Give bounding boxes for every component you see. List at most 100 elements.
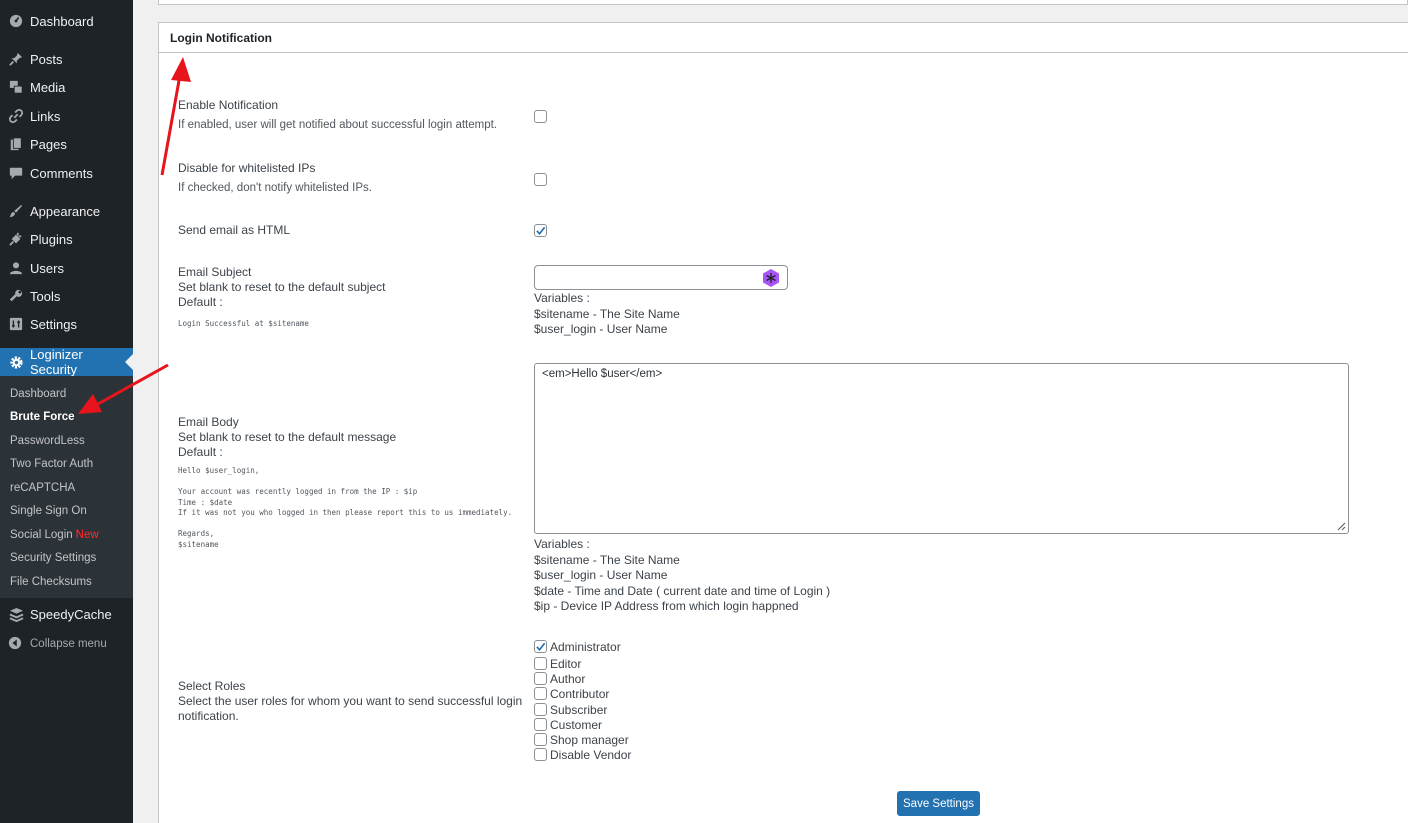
submenu-social-login[interactable]: Social Login New bbox=[10, 529, 99, 541]
loginizer-submenu: Dashboard Brute Force PasswordLess Two F… bbox=[0, 376, 133, 598]
body-var: $ip - Device IP Address from which login… bbox=[534, 599, 799, 613]
role-checkbox[interactable] bbox=[534, 703, 547, 716]
previous-panel-bottom bbox=[158, 0, 1408, 5]
submenu-two-factor-auth[interactable]: Two Factor Auth bbox=[10, 458, 93, 470]
menu-label: Comments bbox=[30, 165, 93, 181]
submenu-security-settings[interactable]: Security Settings bbox=[10, 552, 96, 564]
menu-pages[interactable]: Pages bbox=[0, 130, 133, 158]
email-body-textarea[interactable]: <em>Hello $user</em> bbox=[534, 363, 1349, 534]
role-label: Disable Vendor bbox=[550, 747, 632, 762]
menu-speedycache[interactable]: SpeedyCache bbox=[0, 600, 133, 628]
email-subject-label: Email Subject bbox=[178, 265, 252, 279]
submenu-brute-force[interactable]: Brute Force bbox=[10, 411, 75, 423]
password-manager-icon[interactable] bbox=[761, 268, 781, 288]
role-option-disable-vendor[interactable]: Disable Vendor bbox=[534, 747, 631, 762]
email-subject-default-value: Login Successful at $sitename bbox=[178, 319, 309, 328]
submenu-recaptcha[interactable]: reCAPTCHA bbox=[10, 482, 75, 494]
body-var: $user_login - User Name bbox=[534, 568, 668, 582]
role-label: Administrator bbox=[550, 639, 621, 654]
role-checkbox[interactable] bbox=[534, 718, 547, 731]
menu-users[interactable]: Users bbox=[0, 254, 133, 282]
submenu-single-sign-on[interactable]: Single Sign On bbox=[10, 505, 87, 517]
role-option-contributor[interactable]: Contributor bbox=[534, 686, 609, 701]
pin-icon bbox=[8, 51, 24, 67]
link-icon bbox=[8, 108, 24, 124]
enable-notification-row: Enable Notification If enabled, user wil… bbox=[178, 98, 497, 133]
send-html-checkbox[interactable] bbox=[534, 224, 547, 237]
collapse-icon bbox=[8, 636, 24, 652]
role-checkbox[interactable] bbox=[534, 640, 547, 653]
whitelist-checkbox[interactable] bbox=[534, 173, 547, 186]
role-option-author[interactable]: Author bbox=[534, 671, 585, 686]
menu-media[interactable]: Media bbox=[0, 73, 133, 101]
whitelist-desc: If checked, don't notify whitelisted IPs… bbox=[178, 182, 372, 194]
body-var: $sitename - The Site Name bbox=[534, 552, 680, 567]
menu-comments[interactable]: Comments bbox=[0, 159, 133, 187]
role-option-editor[interactable]: Editor bbox=[534, 656, 581, 671]
whitelist-label: Disable for whitelisted IPs bbox=[178, 161, 316, 175]
save-settings-button[interactable]: Save Settings bbox=[897, 791, 980, 816]
role-label: Subscriber bbox=[550, 702, 608, 717]
role-checkbox[interactable] bbox=[534, 672, 547, 685]
role-option-subscriber[interactable]: Subscriber bbox=[534, 702, 607, 717]
email-subject-desc: Set blank to reset to the default subjec… bbox=[178, 280, 386, 294]
wrench-icon bbox=[8, 288, 24, 304]
user-icon bbox=[8, 260, 24, 276]
menu-links[interactable]: Links bbox=[0, 102, 133, 130]
menu-label: Media bbox=[30, 79, 66, 95]
panel-title: Login Notification bbox=[159, 23, 1408, 53]
role-option-customer[interactable]: Customer bbox=[534, 717, 602, 732]
menu-plugins[interactable]: Plugins bbox=[0, 225, 133, 253]
admin-sidebar: Dashboard Posts Media Links Pages Commen… bbox=[0, 0, 133, 823]
role-option-administrator[interactable]: Administrator bbox=[534, 639, 621, 654]
collapse-label: Collapse menu bbox=[30, 638, 107, 650]
resize-handle-icon[interactable] bbox=[1336, 521, 1346, 531]
menu-label: Pages bbox=[30, 136, 67, 152]
whitelist-row: Disable for whitelisted IPs If checked, … bbox=[178, 161, 372, 196]
menu-label: Dashboard bbox=[30, 13, 94, 29]
submenu-file-checksums[interactable]: File Checksums bbox=[10, 576, 92, 588]
menu-label: Links bbox=[30, 108, 61, 124]
subject-var: $user_login - User Name bbox=[534, 322, 668, 336]
enable-notification-checkbox[interactable] bbox=[534, 110, 547, 123]
collapse-menu-button[interactable]: Collapse menu bbox=[0, 632, 133, 656]
subject-vars-title: Variables : bbox=[534, 291, 590, 305]
role-option-shop-manager[interactable]: Shop manager bbox=[534, 732, 629, 747]
menu-label: Tools bbox=[30, 288, 61, 304]
role-label: Contributor bbox=[550, 686, 610, 701]
dashboard-icon bbox=[8, 13, 24, 29]
role-checkbox[interactable] bbox=[534, 733, 547, 746]
role-label: Shop manager bbox=[550, 732, 629, 747]
gear-icon bbox=[8, 354, 24, 370]
send-html-label: Send email as HTML bbox=[178, 223, 291, 237]
settings-icon bbox=[8, 316, 24, 332]
role-checkbox[interactable] bbox=[534, 748, 547, 761]
menu-label: Posts bbox=[30, 51, 63, 67]
menu-settings[interactable]: Settings bbox=[0, 310, 133, 338]
pages-icon bbox=[8, 136, 24, 152]
subject-variables: Variables : $sitename - The Site Name $u… bbox=[534, 291, 680, 338]
role-checkbox[interactable] bbox=[534, 687, 547, 700]
menu-posts[interactable]: Posts bbox=[0, 45, 133, 73]
menu-dashboard[interactable]: Dashboard bbox=[0, 7, 133, 35]
select-roles-desc: Select the user roles for whom you want … bbox=[178, 694, 523, 723]
menu-loginizer-security[interactable]: Loginizer Security bbox=[0, 347, 133, 377]
menu-tools[interactable]: Tools bbox=[0, 282, 133, 310]
select-roles-label: Select Roles bbox=[178, 679, 246, 693]
email-body-text: <em>Hello $user</em> bbox=[542, 368, 663, 380]
email-subject-input[interactable] bbox=[534, 265, 788, 290]
menu-label: Settings bbox=[30, 316, 77, 332]
subject-var: $sitename - The Site Name bbox=[534, 306, 680, 321]
menu-appearance[interactable]: Appearance bbox=[0, 197, 133, 225]
submenu-passwordless[interactable]: PasswordLess bbox=[10, 435, 85, 447]
email-body-desc: Set blank to reset to the default messag… bbox=[178, 430, 397, 444]
menu-label: SpeedyCache bbox=[30, 606, 112, 622]
email-body-default-label: Default : bbox=[178, 445, 223, 459]
email-body-default-value: Hello $user_login, Your account was rece… bbox=[178, 466, 513, 549]
menu-label: Appearance bbox=[30, 203, 101, 219]
submenu-social-login-label: Social Login bbox=[10, 529, 73, 541]
submenu-dashboard[interactable]: Dashboard bbox=[10, 388, 66, 400]
role-checkbox[interactable] bbox=[534, 657, 547, 670]
email-subject-row: Email Subject Set blank to reset to the … bbox=[178, 265, 385, 310]
menu-label: Plugins bbox=[30, 231, 73, 247]
